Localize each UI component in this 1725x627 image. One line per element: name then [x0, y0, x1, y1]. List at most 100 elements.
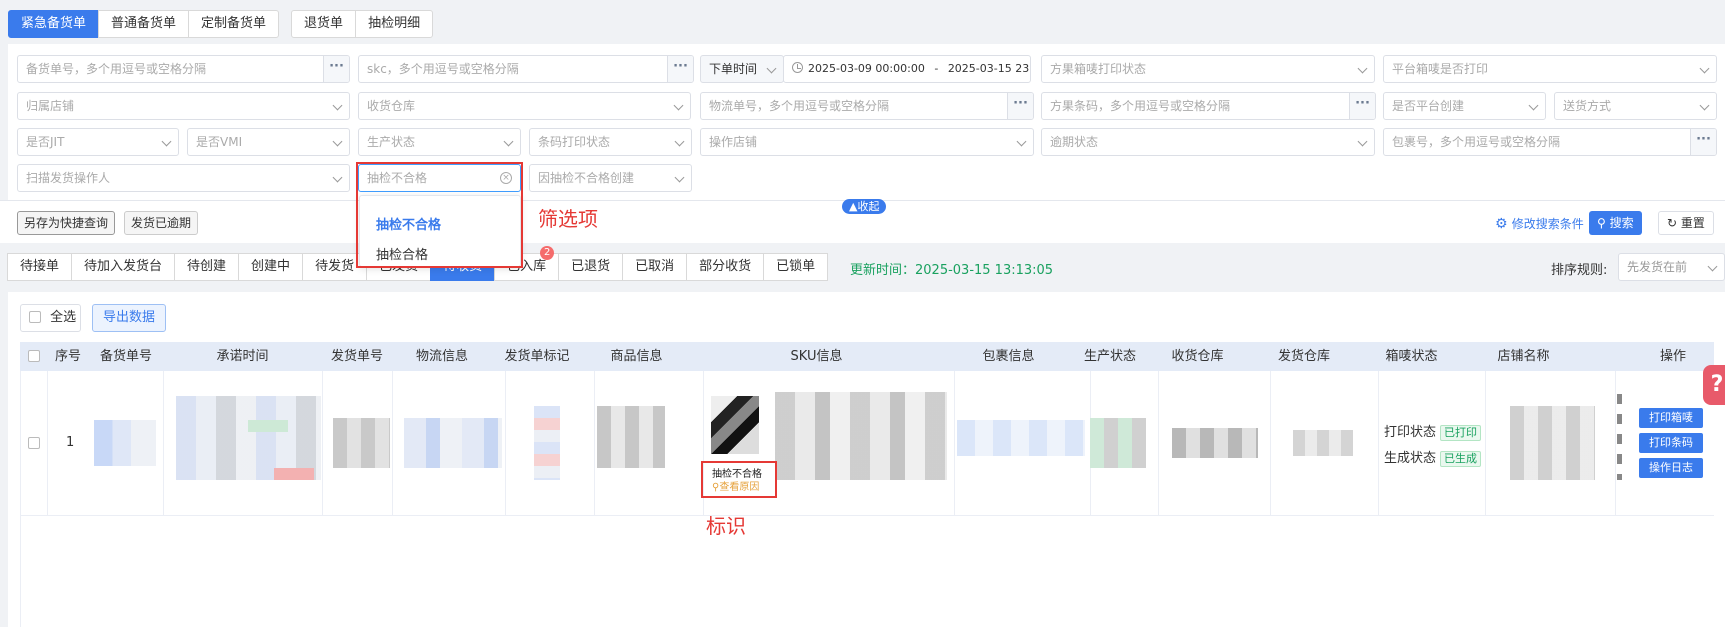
column-divider — [47, 371, 48, 515]
reset-button[interactable]: ↻ 重置 — [1658, 211, 1714, 235]
blurred-promise-highlight — [248, 420, 288, 432]
package-no-input[interactable]: 包裹号，多个用逗号或空格分隔 ··· — [1383, 128, 1717, 156]
modify-conditions-link[interactable]: ⚙ 修改搜索条件 — [1495, 215, 1584, 232]
gear-icon: ⚙ — [1495, 216, 1508, 232]
tab-pending-accept[interactable]: 待接单 — [7, 253, 73, 281]
stock-no-input[interactable]: 备货单号，多个用逗号或空格分隔 ··· — [17, 55, 350, 83]
overdue-status-select[interactable]: 逾期状态 — [1041, 128, 1375, 156]
chevron-down-icon — [1707, 261, 1718, 272]
print-barcode-button[interactable]: 打印条码 — [1639, 433, 1703, 453]
overdue-shipping-button[interactable]: 发货已逾期 — [124, 211, 199, 235]
row-checkbox[interactable] — [28, 436, 40, 451]
tab-normal-stock[interactable]: 普通备货单 — [98, 10, 190, 38]
production-status-select[interactable]: 生产状态 — [358, 128, 521, 156]
export-button[interactable]: 导出数据 — [92, 304, 167, 332]
checkbox-icon — [27, 350, 40, 362]
search-icon: ⚲ — [1597, 216, 1606, 230]
tab-cancelled[interactable]: 已取消 — [622, 253, 688, 281]
table-header: 序号 备货单号 承诺时间 发货单号 物流信息 发货单标记 商品信息 SKU信息 … — [20, 342, 1714, 371]
tab-creating[interactable]: 创建中 — [238, 253, 304, 281]
annotation-box-tag — [701, 461, 777, 498]
order-type-group: 紧急备货单 普通备货单 定制备货单 — [8, 10, 280, 38]
chevron-down-icon — [1528, 100, 1539, 111]
delivery-method-select[interactable]: 送货方式 — [1554, 92, 1717, 120]
tab-locked[interactable]: 已锁单 — [763, 253, 829, 281]
chevron-down-icon — [1699, 63, 1710, 74]
tab-pending-create[interactable]: 待创建 — [174, 253, 240, 281]
col-receive-warehouse: 收货仓库 — [1171, 349, 1224, 364]
date-range-input[interactable]: 2025-03-09 00:00:00 - 2025-03-15 23:59:5… — [783, 55, 1031, 83]
tab-pending-add[interactable]: 待加入发货台 — [71, 253, 176, 281]
help-icon[interactable]: ? — [1703, 365, 1725, 405]
tab-urgent-stock[interactable]: 紧急备货单 — [8, 10, 100, 38]
blurred-ship-mark — [534, 406, 560, 480]
col-box-status: 箱唛状态 — [1385, 349, 1438, 364]
operation-log-button[interactable]: 操作日志 — [1639, 458, 1703, 478]
platform-created-select[interactable]: 是否平台创建 — [1383, 92, 1546, 120]
column-divider — [1485, 371, 1486, 515]
warehouse-select[interactable]: 收货仓库 — [358, 92, 691, 120]
col-package: 包裹信息 — [982, 349, 1035, 364]
sort-label: 排序规则: — [1551, 263, 1608, 278]
shop-select[interactable]: 归属店铺 — [17, 92, 350, 120]
skc-input[interactable]: skc，多个用逗号或空格分隔 ··· — [358, 55, 694, 83]
col-ship-mark: 发货单标记 — [504, 349, 570, 364]
blurred-product-info — [597, 406, 665, 468]
blurred-production-status — [1090, 418, 1146, 468]
logistics-no-input[interactable]: 物流单号，多个用逗号或空格分隔 ··· — [700, 92, 1034, 120]
count-badge: 2 — [540, 246, 555, 260]
order-time-select[interactable]: 下单时间 — [700, 55, 784, 83]
col-promise-time: 承诺时间 — [216, 349, 269, 364]
select-all-checkbox[interactable]: 全选 — [20, 304, 81, 332]
barcode-print-status-select[interactable]: 条码打印状态 — [529, 128, 692, 156]
chevron-down-icon — [161, 136, 172, 147]
print-status: 打印状态 已打印 — [1384, 421, 1482, 441]
search-button[interactable]: ⚲ 搜索 — [1589, 211, 1642, 235]
more-icon[interactable]: ··· — [1690, 129, 1716, 155]
tab-returned[interactable]: 已退货 — [558, 253, 624, 281]
tab-custom-stock[interactable]: 定制备货单 — [188, 10, 280, 38]
annotation-box-filter — [356, 162, 523, 268]
col-product: 商品信息 — [610, 349, 663, 364]
scan-operator-select[interactable]: 扫描发货操作人 — [17, 164, 350, 192]
column-divider — [1615, 371, 1616, 515]
more-icon[interactable]: ··· — [667, 56, 693, 82]
jit-select[interactable]: 是否JIT — [17, 128, 179, 156]
save-quick-query-button[interactable]: 另存为快捷查询 — [17, 211, 116, 235]
box-label-print-select[interactable]: 方果箱唛打印状态 — [1041, 55, 1375, 83]
blurred-ship-no — [333, 418, 390, 468]
platform-box-print-select[interactable]: 平台箱唛是否打印 — [1383, 55, 1717, 83]
tab-inspection-detail[interactable]: 抽检明细 — [355, 10, 434, 38]
column-divider — [954, 371, 955, 515]
blurred-ship-warehouse — [1293, 430, 1353, 456]
barcode-input[interactable]: 方果条码，多个用逗号或空格分隔 ··· — [1041, 92, 1376, 120]
tab-partial-receive[interactable]: 部分收货 — [686, 253, 765, 281]
generated-badge: 已生成 — [1440, 451, 1482, 467]
product-image[interactable] — [711, 396, 759, 454]
column-divider — [594, 371, 595, 515]
inspection-created-select[interactable]: 因抽检不合格创建 — [529, 164, 692, 192]
chevron-down-icon — [1699, 100, 1710, 111]
vmi-select[interactable]: 是否VMI — [187, 128, 350, 156]
operate-shop-select[interactable]: 操作店铺 — [700, 128, 1034, 156]
col-index: 序号 — [54, 349, 81, 364]
more-icon[interactable]: ··· — [323, 56, 349, 82]
annotation-filter-label: 筛选项 — [538, 207, 598, 231]
clock-icon — [792, 62, 803, 73]
print-box-label-button[interactable]: 打印箱唛 — [1639, 408, 1703, 428]
column-divider — [163, 371, 164, 515]
col-stock-no: 备货单号 — [99, 349, 152, 364]
blurred-receive-warehouse — [1172, 428, 1258, 458]
checkbox-icon — [28, 437, 40, 449]
sort-select[interactable]: 先发货在前 — [1618, 253, 1725, 281]
column-divider — [1158, 371, 1159, 515]
collapse-button[interactable]: ▲收起 — [842, 199, 887, 214]
blurred-package-info — [957, 420, 1085, 456]
header-checkbox[interactable] — [20, 342, 47, 371]
update-time: 更新时间：2025-03-15 13:13:05 — [850, 263, 1054, 278]
tab-return[interactable]: 退货单 — [291, 10, 357, 38]
chevron-down-icon — [1016, 136, 1027, 147]
chevron-down-icon — [503, 136, 514, 147]
more-icon[interactable]: ··· — [1349, 93, 1375, 119]
more-icon[interactable]: ··· — [1007, 93, 1033, 119]
